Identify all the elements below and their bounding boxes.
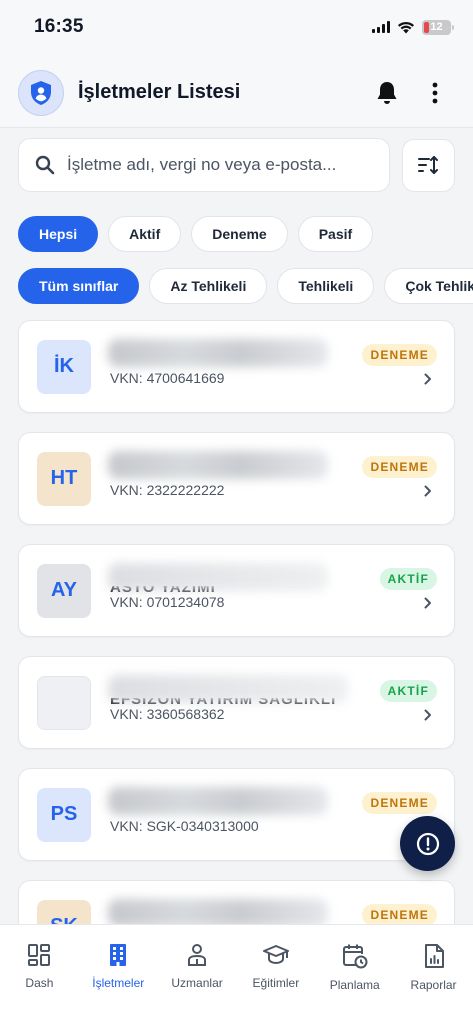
company-vkn: VKN: 2322222222 bbox=[110, 481, 225, 498]
filter-chip-deneme[interactable]: Deneme bbox=[191, 216, 288, 252]
status-badge: AKTİF bbox=[379, 568, 437, 590]
filter-chip-cok-tehlikeli[interactable]: Çok Tehlikeli bbox=[384, 268, 473, 304]
company-avatar: PS bbox=[37, 787, 91, 842]
company-card[interactable]: EFSIZON YATIRIM SAGLIKLI VKN: 3360568362… bbox=[18, 656, 455, 749]
alert-circle-icon bbox=[416, 832, 439, 855]
sort-button[interactable] bbox=[402, 138, 455, 192]
report-icon bbox=[424, 944, 444, 968]
calendar-clock-icon bbox=[342, 944, 368, 969]
company-name-redacted bbox=[108, 786, 328, 815]
nav-item-dash[interactable]: Dash bbox=[0, 943, 79, 1024]
bell-icon bbox=[377, 81, 397, 104]
more-vertical-icon bbox=[432, 82, 438, 103]
company-name-redacted bbox=[108, 898, 328, 927]
filter-chip-all-classes[interactable]: Tüm sınıflar bbox=[18, 268, 140, 304]
company-card[interactable]: PS VKN: SGK-0340313000 DENEME bbox=[18, 768, 455, 861]
help-fab[interactable] bbox=[400, 816, 455, 871]
filter-chip-az-tehlikeli[interactable]: Az Tehlikeli bbox=[149, 268, 268, 304]
nav-label: Eğitimler bbox=[252, 976, 300, 990]
company-avatar: HT bbox=[37, 451, 91, 506]
company-name-redacted bbox=[108, 674, 348, 703]
status-badge: DENEME bbox=[362, 904, 437, 926]
nav-label: Dash bbox=[25, 976, 54, 990]
search-box[interactable] bbox=[18, 138, 390, 192]
nav-label: Planlama bbox=[329, 978, 380, 992]
nav-item-raporlar[interactable]: Raporlar bbox=[394, 943, 473, 1024]
chevron-right-icon bbox=[424, 485, 431, 497]
search-icon bbox=[35, 155, 55, 175]
nav-item-egitimler[interactable]: Eğitimler bbox=[236, 943, 315, 1024]
nav-item-uzmanlar[interactable]: Uzmanlar bbox=[158, 943, 237, 1024]
bottom-nav: Dash İşletmeler Uzmanlar Eğitimler Planl… bbox=[0, 924, 473, 1024]
notifications-button[interactable] bbox=[367, 73, 407, 113]
status-badge: DENEME bbox=[362, 456, 437, 478]
experts-icon bbox=[188, 944, 207, 966]
filter-chip-pasif[interactable]: Pasif bbox=[297, 216, 374, 252]
status-badge: AKTİF bbox=[379, 680, 437, 702]
class-filter-row: Tüm sınıflar Az Tehlikeli Tehlikeli Çok … bbox=[0, 268, 473, 304]
more-options-button[interactable] bbox=[415, 73, 455, 113]
battery-icon: 12 bbox=[422, 19, 454, 35]
company-name-redacted bbox=[108, 562, 328, 591]
filter-chip-tehlikeli[interactable]: Tehlikeli bbox=[277, 268, 375, 304]
status-badge: DENEME bbox=[362, 344, 437, 366]
nav-item-planlama[interactable]: Planlama bbox=[315, 943, 394, 1024]
status-bar: 16:35 12 bbox=[0, 0, 473, 58]
dashboard-icon bbox=[28, 944, 51, 966]
company-vkn: VKN: 3360568362 bbox=[110, 705, 225, 722]
company-card[interactable]: İK VKN: 4700641669 DENEME bbox=[18, 320, 455, 413]
app-header: İşletmeler Listesi bbox=[0, 58, 473, 128]
status-time: 16:35 bbox=[34, 16, 84, 37]
status-badge: DENEME bbox=[362, 792, 437, 814]
nav-item-isletmeler[interactable]: İşletmeler bbox=[79, 943, 158, 1024]
company-avatar: AY bbox=[37, 563, 91, 618]
company-avatar bbox=[37, 675, 91, 730]
shield-user-icon bbox=[18, 69, 64, 116]
search-input[interactable] bbox=[67, 155, 373, 175]
nav-label: İşletmeler bbox=[92, 976, 145, 990]
company-vkn: VKN: 4700641669 bbox=[110, 369, 225, 386]
company-card[interactable]: AY ASTO YAZIMI VKN: 0701234078 AKTİF bbox=[18, 544, 455, 637]
page-title: İşletmeler Listesi bbox=[78, 81, 241, 103]
chevron-right-icon bbox=[424, 709, 431, 721]
company-name-redacted bbox=[108, 338, 328, 367]
company-list: İK VKN: 4700641669 DENEME HT VKN: 232222… bbox=[0, 304, 473, 973]
chevron-right-icon bbox=[424, 373, 431, 385]
status-filter-row: Hepsi Aktif Deneme Pasif bbox=[0, 216, 473, 252]
company-vkn: VKN: 0701234078 bbox=[110, 593, 225, 610]
wifi-icon bbox=[398, 21, 414, 33]
sort-icon bbox=[417, 156, 438, 174]
company-avatar: İK bbox=[37, 339, 91, 394]
filter-chip-aktif[interactable]: Aktif bbox=[108, 216, 182, 252]
building-icon bbox=[110, 944, 127, 966]
nav-label: Uzmanlar bbox=[171, 976, 223, 990]
nav-label: Raporlar bbox=[410, 978, 457, 992]
company-vkn: VKN: SGK-0340313000 bbox=[110, 817, 259, 834]
filter-chip-hepsi[interactable]: Hepsi bbox=[18, 216, 99, 252]
chevron-right-icon bbox=[424, 597, 431, 609]
status-icons: 12 bbox=[372, 19, 454, 35]
battery-level: 12 bbox=[430, 21, 443, 33]
company-name-redacted bbox=[108, 450, 328, 479]
search-row bbox=[0, 128, 473, 192]
company-card[interactable]: HT VKN: 2322222222 DENEME bbox=[18, 432, 455, 525]
signal-icon bbox=[372, 21, 390, 33]
graduation-cap-icon bbox=[262, 945, 289, 964]
